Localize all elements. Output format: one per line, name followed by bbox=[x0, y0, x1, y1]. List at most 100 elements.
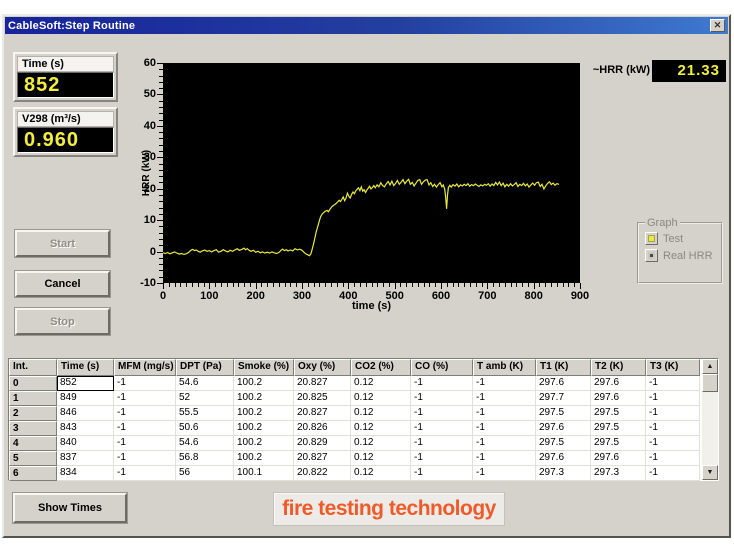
table-cell[interactable]: -1 bbox=[411, 421, 473, 436]
table-cell[interactable]: -1 bbox=[411, 436, 473, 451]
table-cell[interactable]: 834 bbox=[57, 466, 114, 481]
table-cell[interactable]: -1 bbox=[646, 436, 700, 451]
column-header[interactable]: Oxy (%) bbox=[294, 359, 351, 376]
table-cell[interactable]: 100.2 bbox=[234, 421, 294, 436]
table-cell[interactable]: -1 bbox=[646, 406, 700, 421]
table-cell[interactable]: 0.12 bbox=[351, 451, 411, 466]
table-cell[interactable]: 100.2 bbox=[234, 451, 294, 466]
table-cell[interactable]: -1 bbox=[114, 451, 176, 466]
table-cell[interactable]: 20.826 bbox=[294, 421, 351, 436]
titlebar[interactable]: CableSoft:Step Routine ✕ bbox=[5, 17, 728, 34]
table-cell[interactable]: -1 bbox=[114, 391, 176, 406]
table-scrollbar[interactable]: ▲ ▼ bbox=[702, 359, 718, 480]
table-cell[interactable]: 297.7 bbox=[536, 391, 591, 406]
table-cell[interactable]: -1 bbox=[646, 451, 700, 466]
table-cell[interactable]: -1 bbox=[114, 436, 176, 451]
table-cell[interactable]: 20.827 bbox=[294, 376, 351, 391]
table-cell[interactable]: 0.12 bbox=[351, 436, 411, 451]
table-cell[interactable]: 852 bbox=[57, 376, 114, 391]
table-cell[interactable]: 56.8 bbox=[176, 451, 234, 466]
table-cell[interactable]: -1 bbox=[114, 406, 176, 421]
table-cell[interactable]: 50.6 bbox=[176, 421, 234, 436]
table-cell[interactable]: 0.12 bbox=[351, 376, 411, 391]
stop-button[interactable]: Stop bbox=[15, 308, 110, 335]
table-cell[interactable]: -1 bbox=[411, 406, 473, 421]
table-cell[interactable]: 100.2 bbox=[234, 391, 294, 406]
row-header-cell[interactable]: 0 bbox=[9, 376, 57, 391]
table-cell[interactable]: 297.6 bbox=[591, 451, 646, 466]
scroll-up-button[interactable]: ▲ bbox=[702, 359, 718, 374]
table-cell[interactable]: -1 bbox=[473, 391, 536, 406]
table-cell[interactable]: 100.2 bbox=[234, 436, 294, 451]
table-cell[interactable]: 20.822 bbox=[294, 466, 351, 481]
table-cell[interactable]: 837 bbox=[57, 451, 114, 466]
table-cell[interactable]: 52 bbox=[176, 391, 234, 406]
column-header[interactable]: Int. bbox=[9, 359, 57, 376]
table-cell[interactable]: -1 bbox=[411, 451, 473, 466]
graph-option-test[interactable]: Test bbox=[645, 232, 716, 245]
column-header[interactable]: CO (%) bbox=[411, 359, 473, 376]
row-header-cell[interactable]: 4 bbox=[9, 436, 57, 451]
table-cell[interactable]: 297.5 bbox=[591, 421, 646, 436]
table-cell[interactable]: 100.2 bbox=[234, 376, 294, 391]
table-cell[interactable]: 297.6 bbox=[591, 376, 646, 391]
table-cell[interactable]: 100.2 bbox=[234, 406, 294, 421]
table-cell[interactable]: 0.12 bbox=[351, 421, 411, 436]
table-cell[interactable]: -1 bbox=[473, 466, 536, 481]
table-cell[interactable]: 0.12 bbox=[351, 466, 411, 481]
column-header[interactable]: T1 (K) bbox=[536, 359, 591, 376]
table-cell[interactable]: -1 bbox=[646, 421, 700, 436]
column-header[interactable]: Smoke (%) bbox=[234, 359, 294, 376]
column-header[interactable]: T2 (K) bbox=[591, 359, 646, 376]
table-cell[interactable]: -1 bbox=[473, 421, 536, 436]
table-cell[interactable]: 20.827 bbox=[294, 406, 351, 421]
scrollbar-thumb[interactable] bbox=[702, 374, 718, 392]
table-cell[interactable]: -1 bbox=[473, 451, 536, 466]
graph-option-real-hrr[interactable]: Real HRR bbox=[645, 249, 716, 262]
table-cell[interactable]: 20.827 bbox=[294, 451, 351, 466]
column-header[interactable]: Time (s) bbox=[57, 359, 114, 376]
table-cell[interactable]: 54.6 bbox=[176, 376, 234, 391]
table-cell[interactable]: -1 bbox=[646, 391, 700, 406]
row-header-cell[interactable]: 2 bbox=[9, 406, 57, 421]
table-cell[interactable]: 297.3 bbox=[591, 466, 646, 481]
table-cell[interactable]: 54.6 bbox=[176, 436, 234, 451]
table-cell[interactable]: -1 bbox=[646, 376, 700, 391]
table-cell[interactable]: -1 bbox=[473, 376, 536, 391]
table-cell[interactable]: 56 bbox=[176, 466, 234, 481]
table-cell[interactable]: 849 bbox=[57, 391, 114, 406]
column-header[interactable]: CO2 (%) bbox=[351, 359, 411, 376]
table-cell[interactable]: 20.825 bbox=[294, 391, 351, 406]
table-cell[interactable]: 297.3 bbox=[536, 466, 591, 481]
table-cell[interactable]: 0.12 bbox=[351, 391, 411, 406]
table-cell[interactable]: -1 bbox=[411, 466, 473, 481]
table-cell[interactable]: -1 bbox=[473, 436, 536, 451]
start-button[interactable]: Start bbox=[15, 230, 110, 257]
table-cell[interactable]: -1 bbox=[411, 391, 473, 406]
close-button[interactable]: ✕ bbox=[710, 19, 725, 32]
table-cell[interactable]: -1 bbox=[646, 466, 700, 481]
table-cell[interactable]: 297.5 bbox=[536, 436, 591, 451]
column-header[interactable]: T amb (K) bbox=[473, 359, 536, 376]
table-cell[interactable]: 840 bbox=[57, 436, 114, 451]
cancel-button[interactable]: Cancel bbox=[15, 271, 110, 297]
table-cell[interactable]: 55.5 bbox=[176, 406, 234, 421]
table-cell[interactable]: 100.1 bbox=[234, 466, 294, 481]
row-header-cell[interactable]: 3 bbox=[9, 421, 57, 436]
row-header-cell[interactable]: 1 bbox=[9, 391, 57, 406]
real-hrr-indicator-button[interactable] bbox=[645, 249, 658, 262]
table-cell[interactable]: 297.6 bbox=[536, 421, 591, 436]
table-cell[interactable]: 297.6 bbox=[536, 376, 591, 391]
table-cell[interactable]: 297.6 bbox=[591, 391, 646, 406]
table-cell[interactable]: 297.5 bbox=[536, 406, 591, 421]
table-cell[interactable]: -1 bbox=[114, 466, 176, 481]
table-cell[interactable]: -1 bbox=[114, 376, 176, 391]
column-header[interactable]: T3 (K) bbox=[646, 359, 700, 376]
table-cell[interactable]: 297.5 bbox=[591, 436, 646, 451]
column-header[interactable]: MFM (mg/s) bbox=[114, 359, 176, 376]
table-cell[interactable]: -1 bbox=[114, 421, 176, 436]
table-cell[interactable]: -1 bbox=[411, 376, 473, 391]
test-indicator-button[interactable] bbox=[645, 232, 658, 245]
row-header-cell[interactable]: 5 bbox=[9, 451, 57, 466]
row-header-cell[interactable]: 6 bbox=[9, 466, 57, 481]
